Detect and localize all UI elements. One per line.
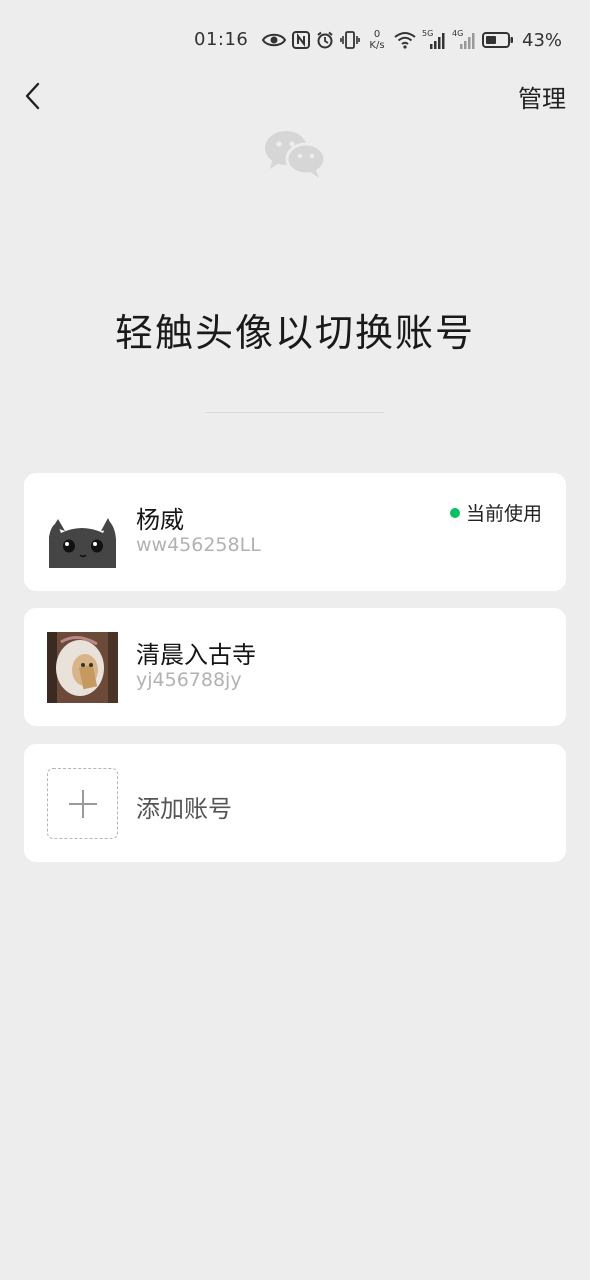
- current-status: 当前使用: [449, 499, 542, 526]
- battery-percent: 43%: [522, 29, 563, 51]
- cat-avatar-image: [47, 497, 118, 568]
- battery-icon: [482, 32, 513, 48]
- nfc-icon: [292, 31, 310, 49]
- vibrate-icon: [340, 31, 360, 49]
- manage-button[interactable]: 管理: [518, 79, 566, 114]
- net-speed-value: 0: [373, 29, 381, 40]
- status-dot-icon: [449, 507, 460, 518]
- signal-4g: 4G: [452, 29, 476, 49]
- chevron-left-icon: [25, 82, 40, 110]
- photo-avatar-image: [47, 632, 118, 703]
- account-name: 清晨入古寺: [136, 641, 256, 669]
- account-name: 杨威: [136, 506, 184, 534]
- current-status-label: 当前使用: [465, 503, 542, 525]
- account-card-current[interactable]: 杨威 ww456258LL 当前使用: [24, 473, 566, 591]
- avatar[interactable]: [47, 497, 118, 568]
- page-title: 轻触头像以切换账号: [114, 311, 475, 355]
- status-time: 01:16: [194, 29, 249, 50]
- net-speed: 0 K/s: [366, 29, 388, 51]
- signal-5g: 5G: [422, 29, 446, 49]
- wifi-icon: [394, 32, 416, 49]
- alarm-icon: [317, 31, 333, 49]
- add-account-label: 添加账号: [136, 795, 232, 823]
- add-account-button[interactable]: [47, 768, 118, 839]
- status-icons: 0 K/s 5G 4G 43%: [262, 26, 562, 54]
- net-speed-unit: K/s: [369, 40, 385, 51]
- status-bar: 01:16 0 K/s 5G 4G 43%: [0, 0, 590, 80]
- account-card[interactable]: 清晨入古寺 yj456788jy: [24, 608, 566, 726]
- plus-icon: [68, 789, 97, 818]
- wechat-logo-icon: [265, 131, 327, 178]
- eye-icon: [262, 33, 286, 47]
- signal-5g-label: 5G: [422, 29, 434, 38]
- add-account-card[interactable]: 添加账号: [24, 744, 566, 862]
- signal-4g-label: 4G: [452, 29, 464, 38]
- title-divider: [206, 412, 384, 413]
- avatar[interactable]: [47, 632, 118, 703]
- account-wxid: ww456258LL: [136, 534, 261, 556]
- back-button[interactable]: [14, 76, 50, 116]
- account-wxid: yj456788jy: [136, 669, 242, 691]
